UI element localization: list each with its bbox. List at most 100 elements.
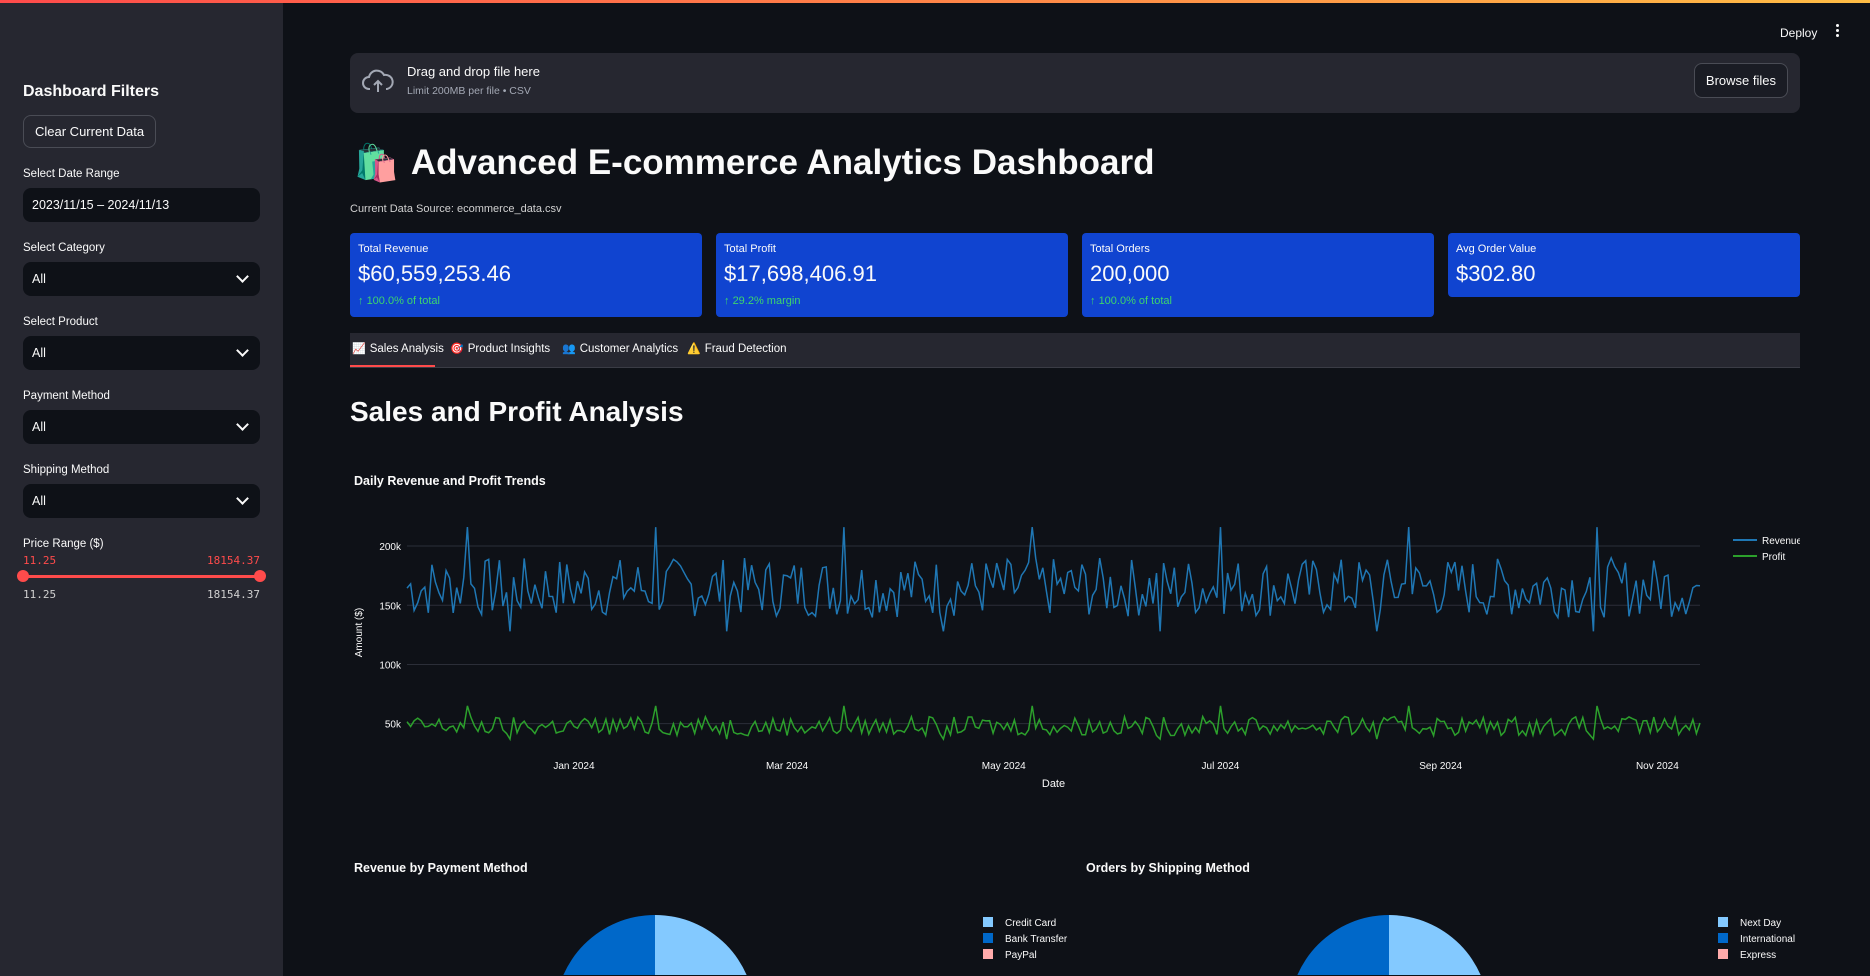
metric-label: Total Orders [1090, 243, 1150, 255]
file-uploader[interactable]: Drag and drop file here Limit 200MB per … [350, 53, 1800, 113]
y-tick-label: 100k [379, 660, 402, 671]
payment-select[interactable]: All [23, 410, 260, 444]
main-menu-icon[interactable] [1836, 24, 1840, 39]
section-title: Sales and Profit Analysis [350, 396, 684, 427]
x-tick-label: Sep 2024 [1419, 761, 1462, 772]
tab-fraud-detection[interactable]: ⚠️ Fraud Detection [687, 342, 787, 356]
price-high-value: 18154.37 [207, 554, 260, 567]
metric-card-orders: Total Orders 200,000 ↑ 100.0% of total [1082, 233, 1434, 317]
metric-card-aov: Avg Order Value $302.80 [1448, 233, 1800, 297]
chevron-down-icon [236, 270, 249, 283]
tab-label: Customer Analytics [579, 342, 679, 355]
tab-customer-analytics[interactable]: 👥 Customer Analytics [562, 342, 679, 356]
date-range-value: 2023/11/15 – 2024/11/13 [32, 198, 170, 212]
y-axis-title: Amount ($) [354, 608, 365, 657]
category-value: All [32, 272, 46, 286]
x-tick-label: Nov 2024 [1636, 761, 1679, 772]
uploader-title: Drag and drop file here [407, 64, 540, 79]
series-line-profit [406, 705, 1701, 742]
pie-slice [563, 915, 655, 975]
metric-delta: ↑ 100.0% of total [358, 295, 694, 307]
warning-icon: ⚠️ [687, 343, 701, 355]
metric-value: $60,559,253.46 [358, 261, 511, 286]
metric-card-profit: Total Profit $17,698,406.91 ↑ 29.2% marg… [716, 233, 1068, 317]
tab-product-insights[interactable]: 🎯 Product Insights [450, 342, 551, 356]
y-tick-label: 150k [379, 601, 402, 612]
metric-label: Total Profit [724, 243, 776, 255]
pie-slice [655, 915, 747, 975]
x-tick-label: Jul 2024 [1202, 761, 1240, 772]
users-icon: 👥 [562, 343, 576, 355]
x-tick-label: Jan 2024 [553, 761, 595, 772]
payment-label: Payment Method [23, 390, 110, 402]
sidebar: Dashboard Filters Clear Current Data Sel… [0, 3, 283, 976]
metric-delta-text: 29.2% margin [732, 295, 801, 307]
arrow-up-icon: ↑ [724, 295, 733, 307]
page-title: Advanced E-commerce Analytics Dashboard [410, 143, 1155, 182]
metric-delta-text: 100.0% of total [366, 295, 440, 307]
shipping-pie-title: Orders by Shipping Method [1086, 861, 1250, 875]
date-range-label: Select Date Range [23, 168, 120, 180]
target-icon: 🎯 [450, 343, 464, 355]
x-tick-label: May 2024 [982, 761, 1026, 772]
tab-label: Sales Analysis [369, 342, 444, 355]
date-range-input[interactable]: 2023/11/15 – 2024/11/13 [23, 188, 260, 222]
x-axis-title: Date [1042, 778, 1065, 790]
shopping-bags-icon: 🛍️ [354, 142, 399, 183]
deploy-button[interactable]: Deploy [1780, 26, 1817, 40]
pie-slice [1297, 915, 1389, 975]
slider-handle-high[interactable] [254, 570, 266, 582]
category-select[interactable]: All [23, 262, 260, 296]
tab-label: Product Insights [467, 342, 551, 355]
legend-swatch [1718, 917, 1728, 927]
legend-label: Revenue [1762, 536, 1800, 547]
legend-label: Profit [1762, 552, 1786, 563]
slider-track[interactable] [23, 575, 260, 578]
shipping-value: All [32, 494, 46, 508]
tab-sales-analysis[interactable]: 📈 Sales Analysis [352, 342, 444, 356]
data-source-text: Current Data Source: ecommerce_data.csv [350, 203, 562, 215]
product-select[interactable]: All [23, 336, 260, 370]
shipping-select[interactable]: All [23, 484, 260, 518]
line-chart-title: Daily Revenue and Profit Trends [354, 474, 546, 488]
pie-slice [1389, 915, 1481, 975]
legend-swatch [1718, 933, 1728, 943]
price-range-slider[interactable]: 11.25 18154.37 11.25 18154.37 [17, 554, 266, 604]
price-max-label: 18154.37 [207, 588, 260, 601]
chevron-down-icon [236, 344, 249, 357]
active-tab-indicator [350, 365, 435, 367]
legend-swatch [983, 933, 993, 943]
price-range-label: Price Range ($) [23, 538, 104, 550]
legend-label: Credit Card [1005, 918, 1056, 929]
slider-handle-low[interactable] [17, 570, 29, 582]
metric-value: 200,000 [1090, 261, 1170, 286]
arrow-up-icon: ↑ [358, 295, 367, 307]
metric-value: $302.80 [1456, 261, 1536, 286]
metric-delta: ↑ 100.0% of total [1090, 295, 1426, 307]
uploader-limit: Limit 200MB per file • CSV [407, 85, 531, 97]
legend-label: Express [1740, 950, 1776, 961]
metric-delta: ↑ 29.2% margin [724, 295, 1060, 307]
arrow-up-icon: ↑ [1090, 295, 1099, 307]
chart-icon: 📈 [352, 343, 366, 355]
y-tick-label: 200k [379, 542, 402, 553]
product-label: Select Product [23, 316, 98, 328]
payment-value: All [32, 420, 46, 434]
chevron-down-icon [236, 492, 249, 505]
clear-data-button[interactable]: Clear Current Data [23, 115, 157, 148]
y-tick-label: 50k [385, 720, 402, 731]
legend-swatch [983, 949, 993, 959]
cloud-upload-icon [362, 69, 394, 100]
metric-label: Avg Order Value [1456, 243, 1537, 255]
browse-files-button[interactable]: Browse files [1693, 63, 1788, 98]
legend-swatch [983, 917, 993, 927]
metric-value: $17,698,406.91 [724, 261, 877, 286]
tab-label: Fraud Detection [704, 342, 787, 355]
metric-delta-text: 100.0% of total [1098, 295, 1172, 307]
price-min-label: 11.25 [23, 588, 57, 601]
legend-label: PayPal [1005, 950, 1037, 961]
tab-bar: 📈 Sales Analysis 🎯 Product Insights 👥 Custo… [350, 333, 1800, 368]
revenue-profit-line-chart: 50k 100k 150k 200k Jan 2024 Mar 2024 May 2024 J… [354, 527, 1800, 790]
metric-label: Total Revenue [358, 243, 429, 255]
series-line-revenue [406, 527, 1701, 632]
